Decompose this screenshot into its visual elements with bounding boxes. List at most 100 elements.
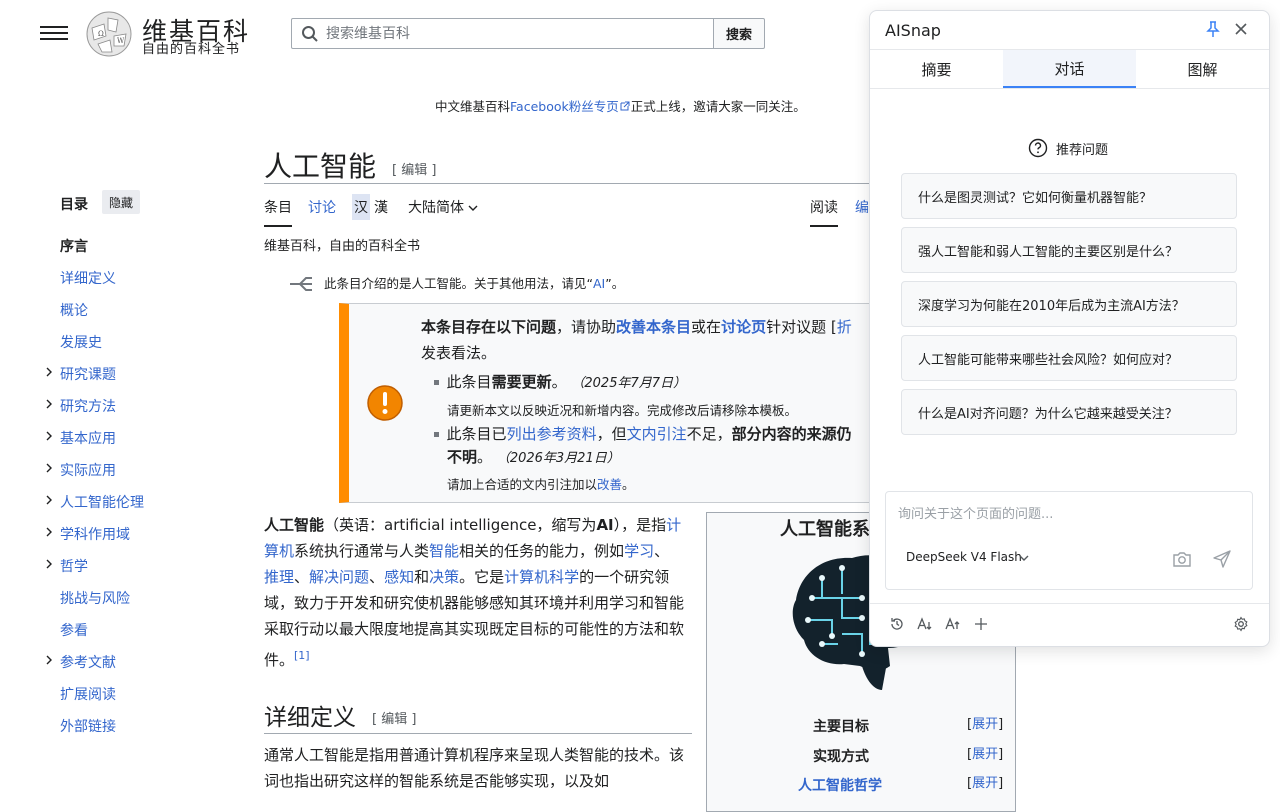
tab-chat[interactable]: 对话 [1003,50,1136,88]
toc-item[interactable]: 学科作用域 [60,524,130,544]
chevron-right-icon[interactable] [44,559,54,569]
t: 请加上合适的文内引注加以 [447,477,598,492]
chevron-right-icon[interactable] [44,399,54,409]
issue-date: （2025年7月7日） [571,376,687,391]
expand-link[interactable]: 展开 [972,747,998,762]
search-box[interactable] [291,18,715,49]
citation-1[interactable]: [1] [294,649,310,662]
toc-item[interactable]: 详细定义 [60,268,116,288]
tab-summary[interactable]: 摘要 [870,50,1003,88]
hatnote-ai-link[interactable]: AI [593,276,605,291]
tab-edit[interactable]: 编 [855,197,869,217]
link-problem-solving[interactable]: 解决问题 [309,568,369,586]
toc-item[interactable]: 发展史 [60,332,102,352]
search-icon [302,26,318,42]
chevron-right-icon[interactable] [44,527,54,537]
section-paragraph: 通常人工智能是指用普通计算机程序来呈现人类智能的技术。该词也指出研究这样的智能系… [264,746,685,790]
toc-item[interactable]: 研究方法 [60,396,116,416]
pin-icon[interactable] [1205,20,1221,38]
infobox-row-label[interactable]: 人工智能哲学 [798,775,882,795]
font-decrease-icon[interactable] [917,616,933,632]
tab-simplified[interactable]: 汉 [352,194,370,220]
suggested-question[interactable]: 什么是AI对齐问题？为什么它越来越受关注？ [901,389,1237,435]
search-button[interactable]: 搜索 [713,18,765,49]
close-icon[interactable] [1234,22,1248,36]
improve-link[interactable]: 改善本条目 [616,318,691,336]
link-computer-science[interactable]: 计算机科学 [504,568,579,586]
inline-citation-link[interactable]: 文内引注 [627,425,687,443]
chevron-right-icon[interactable] [44,655,54,665]
facebook-link[interactable]: Facebook粉丝专页 [510,99,619,114]
panel-divider [870,88,1269,89]
chevron-right-icon[interactable] [44,463,54,473]
suggested-question[interactable]: 人工智能可能带来哪些社会风险？如何应对？ [901,335,1237,381]
toc-item[interactable]: 扩展阅读 [60,684,116,704]
issue-date: （2026年3月21日） [496,451,620,466]
font-increase-icon[interactable] [945,616,961,632]
expand-link[interactable]: 展开 [972,776,998,791]
site-notice: 中文维基百科Facebook粉丝专页 正式上线，邀请大家一同关注。 [435,96,806,115]
settings-icon[interactable] [1233,616,1249,632]
infobox-expand-toggle[interactable]: [展开] [967,713,1003,732]
chat-input[interactable] [898,502,1238,526]
suggested-question[interactable]: 强人工智能和弱人工智能的主要区别是什么？ [901,227,1237,273]
references-link[interactable]: 列出参考资料 [507,425,597,443]
suggested-question[interactable]: 深度学习为何能在2010年后成为主流AI方法？ [901,281,1237,327]
title-edit-link[interactable]: [ 编辑 ] [392,159,436,178]
hatnote: 此条目介绍的是人工智能。关于其他用法，请见“AI”。 [324,273,624,292]
t: 、 [369,568,385,586]
tab-talk[interactable]: 讨论 [308,197,336,217]
talk-page-link[interactable]: 讨论页 [721,318,766,336]
link-learning[interactable]: 学习 [624,542,654,560]
section-edit-link[interactable]: [ 编辑 ] [372,708,416,727]
menu-button[interactable] [40,22,68,44]
improve-citations-link[interactable]: 改善 [597,477,622,492]
link-perception[interactable]: 感知 [384,568,414,586]
tab-traditional[interactable]: 漢 [374,197,388,217]
t: AI [596,516,614,534]
page-title: 人工智能 [264,150,377,183]
variant-dropdown[interactable]: 大陆简体 [408,197,478,217]
link-intelligence[interactable]: 智能 [429,542,459,560]
link-reasoning[interactable]: 推理 [264,568,294,586]
toc-hide-button[interactable]: 隐藏 [102,190,140,214]
toc-item[interactable]: 实际应用 [60,460,116,480]
model-selector[interactable]: DeepSeek V4 Flash [906,550,1022,564]
title-divider [264,183,876,184]
chevron-down-icon[interactable] [1019,554,1029,562]
toc-item[interactable]: 挑战与风险 [60,588,130,608]
toc-item[interactable]: 研究课题 [60,364,116,384]
history-icon[interactable] [889,616,905,632]
tab-read[interactable]: 阅读 [810,197,838,227]
suggested-question[interactable]: 什么是图灵测试？它如何衡量机器智能？ [901,173,1237,219]
expand-link[interactable]: 展开 [972,717,998,732]
infobox-expand-toggle[interactable]: [展开] [967,772,1003,791]
tab-diagram[interactable]: 图解 [1136,50,1269,88]
toc-item[interactable]: 哲学 [60,556,88,576]
toc-item[interactable]: 参看 [60,620,88,640]
toc-item[interactable]: 序言 [60,236,88,256]
toc-item[interactable]: 概论 [60,300,88,320]
chevron-right-icon[interactable] [44,367,54,377]
wikipedia-logo[interactable]: Ω W [84,10,134,58]
toc-item[interactable]: 基本应用 [60,428,116,448]
notice-text: 中文维基百科 [435,99,511,114]
section-heading: 详细定义 [264,705,356,731]
infobox-row-label: 主要目标 [813,719,869,735]
chevron-right-icon[interactable] [44,431,54,441]
t: 需要更新 [491,373,552,391]
t: ），是指 [613,516,667,534]
chevron-right-icon[interactable] [44,495,54,505]
toc-item[interactable]: 外部链接 [60,716,116,736]
plus-icon[interactable] [973,616,989,632]
toc-item[interactable]: 人工智能伦理 [60,492,144,512]
recommended-label: 推荐问题 [1056,143,1109,158]
tab-article[interactable]: 条目 [264,197,292,227]
camera-icon[interactable] [1172,550,1192,568]
link-decision[interactable]: 决策 [429,568,459,586]
search-input[interactable] [326,19,706,48]
send-icon[interactable] [1212,549,1232,569]
toc-item[interactable]: 参考文献 [60,652,116,672]
collapse-link[interactable]: 折 [837,318,852,336]
infobox-expand-toggle[interactable]: [展开] [967,743,1003,762]
